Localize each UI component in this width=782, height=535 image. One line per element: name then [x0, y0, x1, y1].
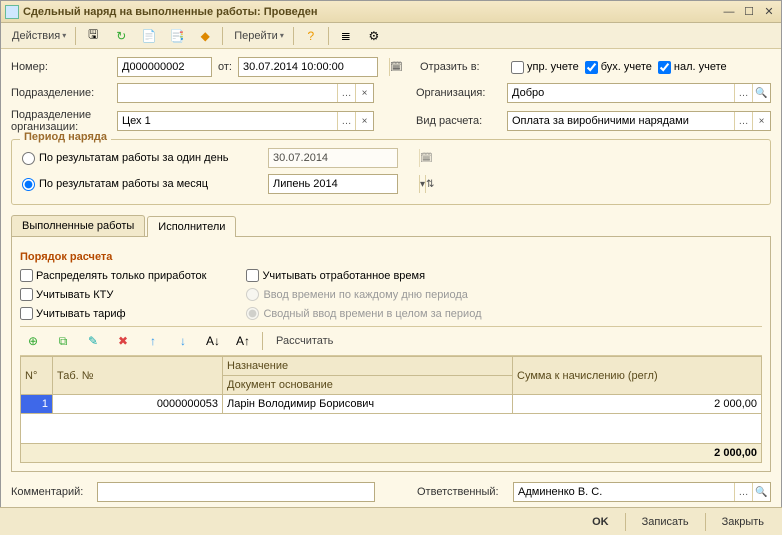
add-row-icon[interactable]: ⊕ — [20, 331, 46, 351]
label-unit-org: Подразделение организации: — [11, 109, 111, 133]
calculate-button[interactable]: Рассчитать — [269, 331, 338, 351]
period-month-field[interactable]: ▾⇅ — [268, 174, 398, 194]
radio-day[interactable]: По результатам работы за один день — [22, 152, 262, 165]
document-icon — [5, 5, 19, 19]
period-group: Период наряда По результатам работы за о… — [11, 139, 771, 205]
window-title: Сдельный наряд на выполненные работы: Пр… — [23, 6, 717, 18]
comment-field[interactable] — [97, 482, 375, 502]
number-field[interactable] — [117, 57, 212, 77]
chk-tax[interactable]: нал. учете — [658, 61, 727, 74]
move-down-icon[interactable]: ↓ — [170, 331, 196, 351]
chk-surplus[interactable]: Распределять только приработок — [20, 269, 206, 282]
col-assign[interactable]: Назначение — [223, 357, 513, 376]
help-icon[interactable]: ? — [298, 26, 324, 46]
list-settings-icon[interactable]: ≣ — [333, 26, 359, 46]
sort-desc-icon[interactable]: A↑ — [230, 331, 256, 351]
unit-org-field[interactable]: …× — [117, 111, 374, 131]
chk-tariff[interactable]: Учитывать тариф — [20, 307, 206, 320]
date-field[interactable]: 🗓 — [238, 57, 378, 77]
tab-works[interactable]: Выполненные работы — [11, 215, 145, 236]
save-button[interactable]: Записать — [632, 513, 699, 531]
configure-icon[interactable]: ⚙ — [361, 26, 387, 46]
chk-acc[interactable]: бух. учете — [585, 61, 652, 74]
period-date-field[interactable]: 🗓 — [268, 148, 398, 168]
maximize-button[interactable]: ☐ — [741, 5, 757, 19]
select-icon[interactable]: … — [337, 112, 355, 130]
chk-time[interactable]: Учитывать отработанное время — [246, 269, 481, 282]
ok-button[interactable]: OK — [582, 513, 619, 531]
tabs: Выполненные работы Исполнители — [11, 215, 771, 237]
sort-asc-icon[interactable]: A↓ — [200, 331, 226, 351]
goto-menu[interactable]: Перейти▾ — [227, 26, 289, 46]
chk-ktu[interactable]: Учитывать КТУ — [20, 288, 206, 301]
select-icon[interactable]: … — [337, 84, 355, 102]
col-tab[interactable]: Таб. № — [53, 357, 223, 395]
table-total-row: 2 000,00 — [21, 444, 762, 463]
radio-summary: Сводный ввод времени в целом за период — [246, 307, 481, 320]
period-legend: Период наряда — [20, 131, 111, 143]
add-copy-icon[interactable]: ⧉ — [50, 331, 76, 351]
edit-row-icon[interactable]: ✎ — [80, 331, 106, 351]
label-calc-type: Вид расчета: — [416, 115, 501, 127]
move-up-icon[interactable]: ↑ — [140, 331, 166, 351]
report-icon[interactable]: 📄 — [136, 26, 162, 46]
label-unit: Подразделение: — [11, 87, 111, 99]
label-comment: Комментарий: — [11, 486, 91, 498]
col-basis[interactable]: Документ основание — [223, 376, 513, 395]
close-form-button[interactable]: Закрыть — [712, 513, 774, 531]
minimize-button[interactable]: — — [721, 5, 737, 19]
col-sum[interactable]: Сумма к начислению (регл) — [513, 357, 762, 395]
open-icon[interactable]: 🔍 — [752, 84, 770, 102]
select-icon[interactable]: … — [734, 112, 752, 130]
table-row[interactable]: 1 0000000053 Ларін Володимир Борисович 2… — [21, 395, 762, 414]
delete-row-icon[interactable]: ✖ — [110, 331, 136, 351]
performers-table: N° Таб. № Назначение Сумма к начислению … — [20, 356, 762, 463]
main-toolbar: Действия▾ 🖫 ↻ 📄 📑 ◆ Перейти▾ ? ≣ ⚙ — [1, 23, 781, 49]
radio-daily: Ввод времени по каждому дню периода — [246, 288, 481, 301]
select-icon[interactable]: … — [734, 84, 752, 102]
go-icon[interactable]: ◆ — [192, 26, 218, 46]
radio-month[interactable]: По результатам работы за месяц — [22, 178, 262, 191]
close-button[interactable]: ✕ — [761, 5, 777, 19]
responsible-field[interactable]: …🔍 — [513, 482, 771, 502]
clear-icon[interactable]: × — [355, 84, 373, 102]
table-empty-row — [21, 414, 762, 444]
clear-icon[interactable]: × — [752, 112, 770, 130]
col-n[interactable]: N° — [21, 357, 53, 395]
calc-type-field[interactable]: …× — [507, 111, 771, 131]
label-org: Организация: — [416, 87, 501, 99]
post-icon[interactable]: 🖫 — [80, 26, 106, 46]
clear-icon[interactable]: × — [355, 112, 373, 130]
label-reflect: Отразить в: — [420, 61, 505, 73]
label-from: от: — [218, 61, 232, 73]
select-icon[interactable]: … — [734, 483, 752, 501]
based-on-icon[interactable]: 📑 — [164, 26, 190, 46]
label-number: Номер: — [11, 61, 111, 73]
spinner-icon[interactable]: ⇅ — [425, 175, 434, 193]
label-responsible: Ответственный: — [417, 486, 507, 498]
calendar-icon[interactable]: 🗓 — [419, 149, 433, 167]
tab-performers[interactable]: Исполнители — [147, 216, 236, 237]
unit-field[interactable]: …× — [117, 83, 374, 103]
bottom-bar: OK Записать Закрыть — [0, 507, 782, 535]
titlebar: Сдельный наряд на выполненные работы: Пр… — [1, 1, 781, 23]
actions-menu[interactable]: Действия▾ — [5, 26, 71, 46]
chk-mgmt[interactable]: упр. учете — [511, 61, 579, 74]
refresh-icon[interactable]: ↻ — [108, 26, 134, 46]
calendar-icon[interactable]: 🗓 — [389, 58, 403, 76]
open-icon[interactable]: 🔍 — [752, 483, 770, 501]
grid-toolbar: ⊕ ⧉ ✎ ✖ ↑ ↓ A↓ A↑ Рассчитать — [20, 326, 762, 356]
org-field[interactable]: …🔍 — [507, 83, 771, 103]
calc-order-title: Порядок расчета — [20, 251, 762, 263]
